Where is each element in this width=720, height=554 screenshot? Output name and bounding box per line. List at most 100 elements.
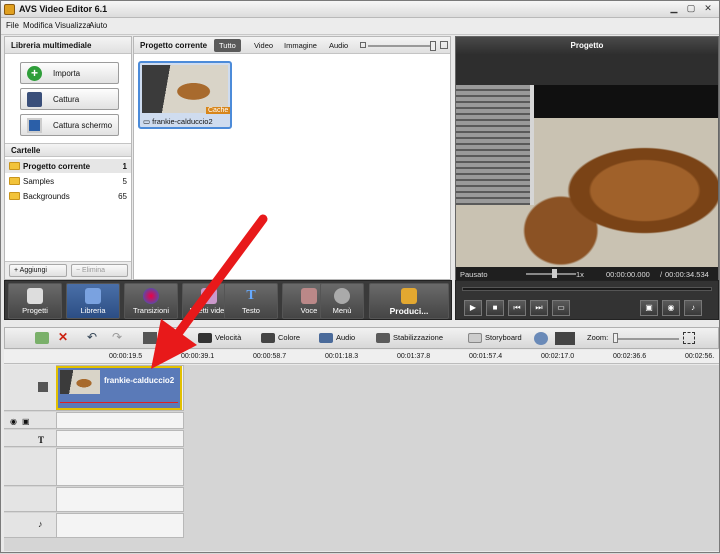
text-track-header <box>4 430 56 447</box>
capture-button[interactable]: Cattura <box>20 88 119 110</box>
speed-tool[interactable]: Velocità <box>198 333 241 344</box>
folders-header: Cartelle <box>5 143 131 157</box>
ruler-tick: 00:02:36.6 <box>613 353 647 360</box>
color-tool[interactable]: Colore <box>261 333 300 344</box>
maximize-icon[interactable]: ▢ <box>684 3 698 15</box>
library-header: Libreria multimediale <box>5 37 131 54</box>
text-track[interactable] <box>56 430 184 447</box>
timeline-clip[interactable]: frankie-calduccio2 <box>56 366 182 410</box>
monitor-icon[interactable]: ▣ <box>640 300 658 316</box>
folder-name: Backgrounds <box>23 192 70 201</box>
window-title: AVS Video Editor 6.1 <box>19 4 108 14</box>
audio-icon <box>319 333 333 344</box>
previous-icon[interactable]: ⏮ <box>508 300 526 316</box>
filter-audio-tab[interactable]: Audio <box>324 39 353 52</box>
produce-button[interactable]: Produci... <box>369 283 449 319</box>
overlay-track[interactable] <box>56 448 184 486</box>
close-icon[interactable]: ✕ <box>701 3 715 15</box>
preview-panel: Progetto Pausato 1x 00:00:00.000 / 00:00… <box>455 36 719 294</box>
screen-capture-button[interactable]: Cattura schermo <box>20 114 119 136</box>
volume-icon[interactable]: ♪ <box>684 300 702 316</box>
effects-track[interactable] <box>56 412 184 429</box>
eye-icon[interactable]: ◉ <box>10 417 17 426</box>
menu-button[interactable]: Menù <box>320 283 364 319</box>
microphone-track-icon: ♪ <box>38 519 43 529</box>
seek-bar[interactable] <box>462 287 712 291</box>
text-track-icon: T <box>38 435 45 445</box>
ruler-tick: 00:02:56. <box>685 353 715 360</box>
zoom-slider[interactable] <box>615 338 679 340</box>
fullscreen-icon[interactable]: ▭ <box>552 300 570 316</box>
audio-track[interactable] <box>56 487 184 512</box>
menu-modifica[interactable]: Modifica <box>23 21 53 30</box>
fit-timeline-icon[interactable] <box>683 332 695 344</box>
library-button[interactable]: Libreria <box>66 283 120 319</box>
transitions-button[interactable]: Transizioni <box>124 283 178 319</box>
storyboard-toggle[interactable]: Storyboard <box>468 333 522 344</box>
timeline-ruler[interactable]: 00:00:19.5 00:00:39.1 00:00:58.7 00:01:1… <box>4 350 719 364</box>
ruler-tick: 00:00:19.5 <box>109 353 143 360</box>
plus-icon: + <box>27 66 42 81</box>
remove-folder-button[interactable]: − Elimina <box>71 264 128 277</box>
folder-icon <box>9 192 20 200</box>
undo-icon[interactable]: ↶ <box>87 330 97 344</box>
projects-button[interactable]: Progetti <box>8 283 62 319</box>
microphone-icon <box>301 288 317 304</box>
media-item-name: ▭ frankie-calduccio2 <box>143 117 213 126</box>
add-folder-label: Aggiungi <box>19 267 47 274</box>
clapper-icon <box>38 382 48 392</box>
menu-aiuto[interactable]: Aiuto <box>89 21 107 30</box>
folder-count: 5 <box>122 177 127 186</box>
filter-image-tab[interactable]: Immagine <box>279 39 322 52</box>
folder-count: 1 <box>122 162 127 171</box>
trim-icon[interactable] <box>143 332 157 344</box>
slider-handle[interactable] <box>430 41 436 51</box>
redo-icon[interactable]: ↷ <box>112 330 122 344</box>
monitor-dropdown-icon[interactable] <box>555 332 575 345</box>
speed-slider[interactable] <box>526 273 576 275</box>
filter-video-tab[interactable]: Video <box>249 39 278 52</box>
text-button[interactable]: T Testo <box>224 283 278 319</box>
menu-file[interactable]: File <box>6 21 19 30</box>
stop-icon[interactable]: ■ <box>486 300 504 316</box>
media-title: Progetto corrente <box>140 41 208 50</box>
menu-visualizza[interactable]: Visualizza <box>55 21 91 30</box>
preview-header: Progetto <box>456 37 718 54</box>
zoom-handle[interactable] <box>613 333 618 343</box>
folder-item[interactable]: Backgrounds 65 <box>5 189 131 203</box>
folder-count: 65 <box>118 192 127 201</box>
audio-tool[interactable]: Audio <box>319 333 355 344</box>
ruler-tick: 00:01:57.4 <box>469 353 503 360</box>
library-icon <box>85 288 101 304</box>
stabilization-tool-label: Stabilizzazione <box>393 333 444 342</box>
next-icon[interactable]: ⏭ <box>530 300 548 316</box>
delete-icon[interactable]: ✕ <box>58 330 68 344</box>
minimize-icon[interactable]: ▁ <box>667 3 681 15</box>
thumbnail-size-slider[interactable] <box>368 45 434 47</box>
video-heater <box>456 85 534 205</box>
voice-track[interactable] <box>56 513 184 538</box>
time-total: 00:00:34.534 <box>665 270 709 279</box>
clip-thumbnail <box>60 370 100 394</box>
library-label: Libreria <box>80 306 106 315</box>
lock-icon[interactable]: ▣ <box>22 417 30 426</box>
title-bar: AVS Video Editor 6.1 ▁ ▢ ✕ <box>1 1 719 18</box>
move-down-icon[interactable] <box>35 332 49 344</box>
folder-item[interactable]: Samples 5 <box>5 174 131 188</box>
time-current: 00:00:00.000 <box>606 270 650 279</box>
stabilization-tool[interactable]: Stabilizzazione <box>376 333 444 344</box>
folder-icon <box>9 177 20 185</box>
app-icon <box>4 4 15 15</box>
filter-all-tab[interactable]: Tutto <box>214 39 241 52</box>
effects-icon <box>201 288 217 304</box>
voice-record-icon[interactable] <box>534 332 548 345</box>
snapshot-icon[interactable]: ◉ <box>662 300 680 316</box>
play-icon[interactable]: ▶ <box>464 300 482 316</box>
small-thumb-icon <box>360 42 366 48</box>
folder-item[interactable]: Progetto corrente 1 <box>5 159 131 173</box>
add-folder-button[interactable]: + Aggiungi <box>9 264 67 277</box>
import-button[interactable]: + Importa <box>20 62 119 84</box>
video-frame <box>456 85 718 267</box>
media-item[interactable]: Cache ▭ frankie-calduccio2 <box>138 61 232 129</box>
speed-handle[interactable] <box>552 269 557 278</box>
